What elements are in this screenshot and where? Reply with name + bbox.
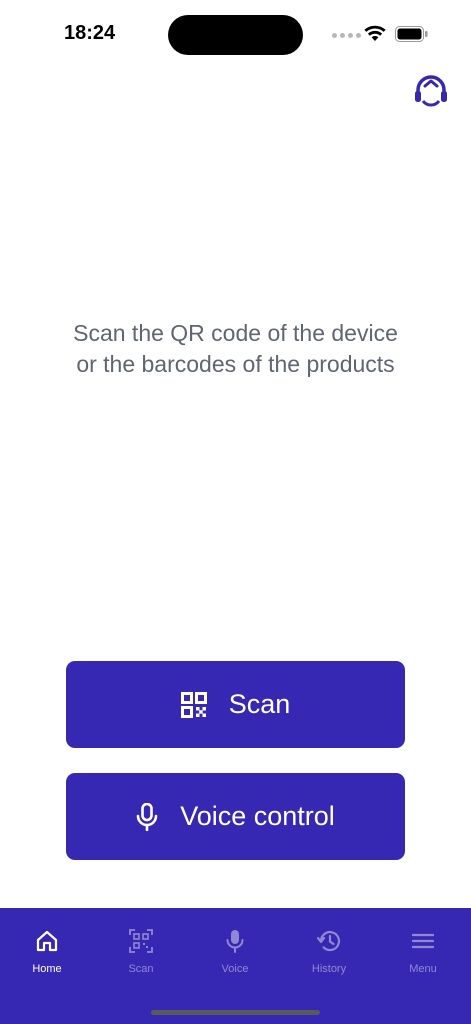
scan-button-label: Scan: [228, 689, 291, 719]
home-screen: 18:24 Scan the QR code of the device or …: [0, 0, 471, 1024]
tab-voice[interactable]: Voice: [188, 928, 282, 975]
microphone-icon: [226, 928, 244, 954]
tab-scan[interactable]: Scan: [94, 928, 188, 975]
wifi-icon: [364, 24, 386, 47]
voice-control-button[interactable]: Voice control: [66, 773, 405, 860]
headset-icon: [415, 75, 447, 107]
bottom-tab-bar: Home Scan Voice History Menu: [0, 908, 471, 1024]
tab-home-label: Home: [32, 963, 62, 975]
scan-instructions: Scan the QR code of the device or the ba…: [73, 320, 398, 377]
hamburger-menu-icon: [412, 928, 434, 954]
scan-button[interactable]: Scan: [66, 661, 405, 748]
tab-scan-label: Scan: [128, 963, 154, 975]
voice-control-button-label: Voice control: [180, 801, 335, 831]
home-icon: [36, 928, 58, 954]
tab-history-label: History: [311, 963, 347, 975]
history-icon: [317, 928, 341, 954]
cellular-signal-icon: [332, 33, 361, 38]
status-time: 18:24: [64, 22, 116, 44]
dynamic-island: [168, 15, 303, 55]
tab-home[interactable]: Home: [0, 928, 94, 975]
tab-menu[interactable]: Menu: [376, 928, 470, 975]
home-indicator: [151, 1010, 320, 1015]
battery-icon: [395, 26, 429, 47]
tab-voice-label: Voice: [221, 963, 249, 975]
microphone-icon: [136, 802, 158, 831]
qr-scan-icon: [129, 928, 153, 954]
tab-menu-label: Menu: [409, 963, 437, 975]
support-button[interactable]: [412, 74, 450, 108]
qr-code-icon: [180, 691, 207, 718]
tab-history[interactable]: History: [282, 928, 376, 975]
